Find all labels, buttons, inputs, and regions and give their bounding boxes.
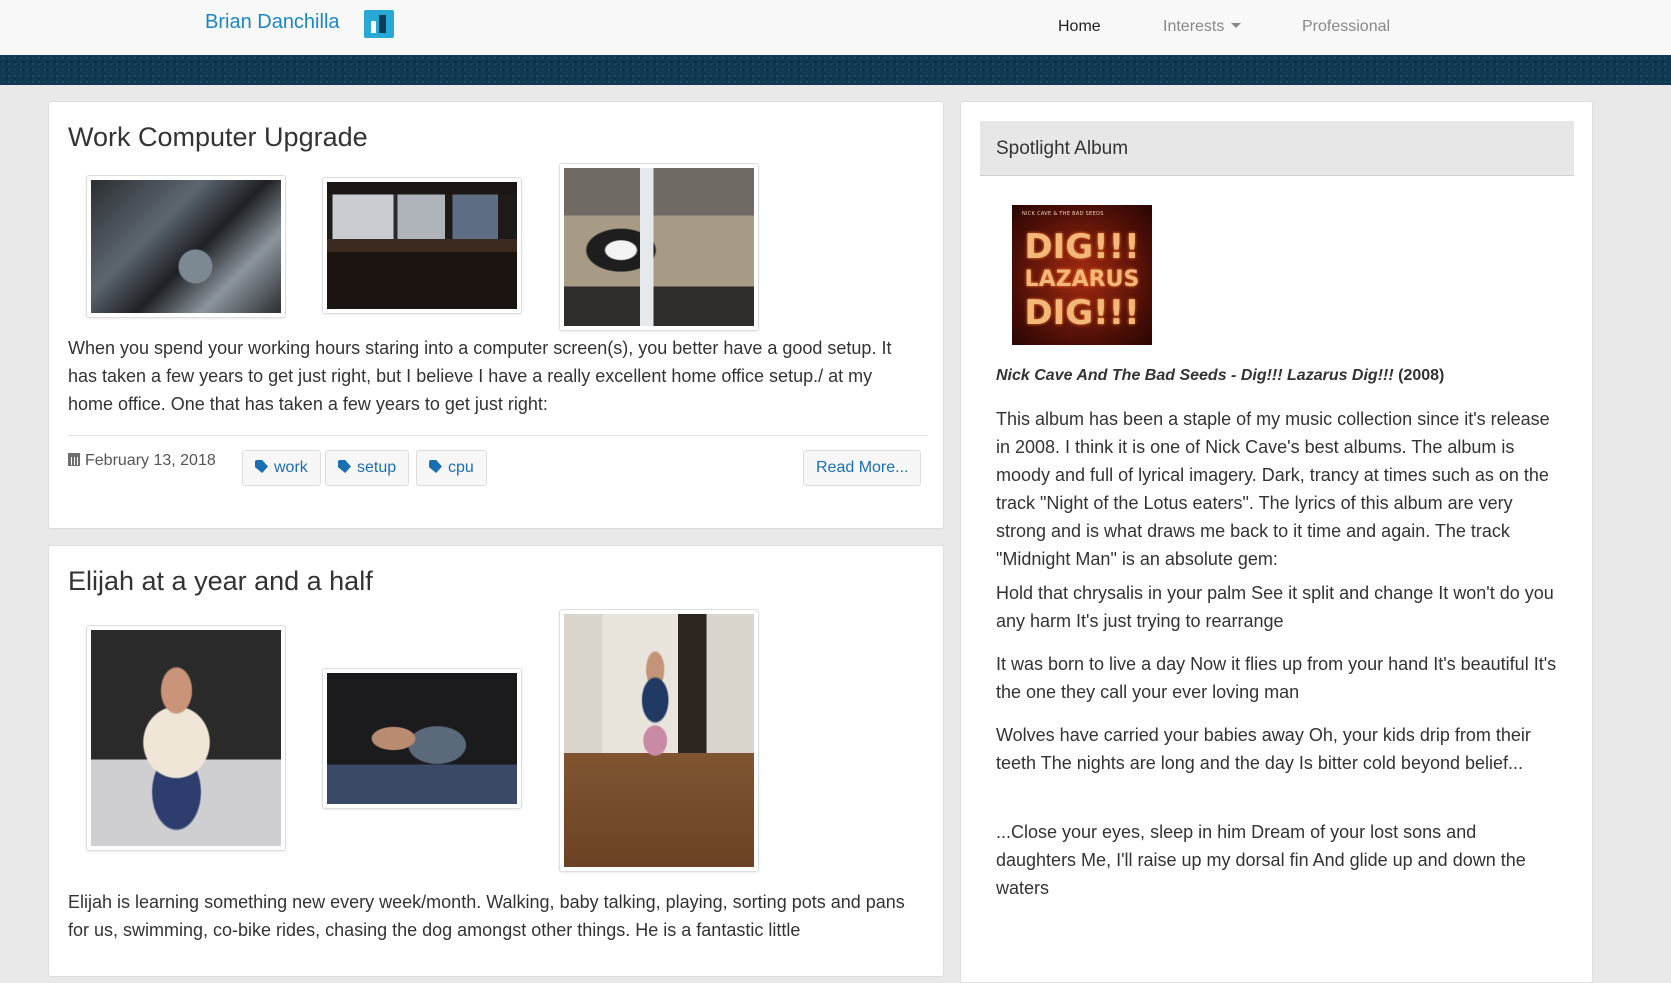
lyrics-paragraph: ...Close your eyes, sleep in him Dream o…	[996, 822, 1526, 898]
computer-internals-photo	[91, 180, 281, 313]
post-image-thumbnail[interactable]	[322, 668, 522, 809]
post-image-thumbnail[interactable]	[559, 609, 759, 872]
tag-cpu[interactable]: cpu	[416, 450, 487, 486]
album-cover-line2: LAZARUS	[1024, 267, 1140, 292]
lyrics-paragraph: It was born to live a day Now it flies u…	[996, 654, 1557, 702]
album-year: (2008)	[1393, 367, 1445, 384]
dog-under-desk-photo	[564, 168, 754, 326]
tag-icon	[429, 460, 442, 473]
nav-home[interactable]: Home	[1058, 18, 1101, 36]
read-more-button[interactable]: Read More...	[803, 450, 922, 486]
nav-interests-label: Interests	[1163, 18, 1225, 35]
top-navbar: Brian Danchilla Home Interests Professio…	[0, 0, 1671, 56]
chevron-down-icon	[1231, 23, 1242, 28]
tag-setup[interactable]: setup	[325, 450, 410, 486]
tag-label: work	[274, 459, 308, 476]
post-title[interactable]: Elijah at a year and a half	[68, 566, 373, 597]
post-date-text: February 13, 2018	[85, 452, 216, 469]
post-image-thumbnail[interactable]	[559, 163, 759, 331]
album-cover-image[interactable]: NICK CAVE & THE BAD SEEDS DIG!!! LAZARUS…	[1012, 205, 1152, 345]
toddler-walking-photo	[564, 614, 754, 867]
post-image-thumbnail[interactable]	[322, 177, 522, 314]
album-caption: Nick Cave And The Bad Seeds - Dig!!! Laz…	[996, 367, 1444, 385]
lyrics-paragraph: Wolves have carried your babies away Oh,…	[996, 725, 1531, 773]
lyrics-paragraph: Hold that chrysalis in your palm See it …	[996, 583, 1554, 631]
post-card: Work Computer Upgrade When you spend you…	[48, 101, 944, 529]
nav-interests-dropdown[interactable]: Interests	[1163, 18, 1242, 36]
album-cover-line3: DIG!!!	[1024, 293, 1140, 333]
toddler-sitting-photo	[91, 630, 281, 846]
spotlight-album-panel: Spotlight Album NICK CAVE & THE BAD SEED…	[960, 101, 1593, 983]
tag-label: setup	[357, 459, 397, 476]
header-banner	[0, 55, 1671, 85]
brand-link[interactable]: Brian Danchilla	[205, 11, 340, 34]
post-excerpt: When you spend your working hours starin…	[68, 338, 892, 414]
album-cover-line1: DIG!!!	[1024, 227, 1140, 267]
post-excerpt: Elijah is learning something new every w…	[68, 892, 905, 940]
toddler-sleeping-photo	[327, 673, 517, 804]
album-title: Nick Cave And The Bad Seeds - Dig!!! Laz…	[996, 367, 1394, 384]
nav-professional[interactable]: Professional	[1302, 18, 1390, 36]
album-description: This album has been a staple of my music…	[996, 409, 1550, 569]
post-card: Elijah at a year and a half Elijah is le…	[48, 545, 944, 977]
tag-label: cpu	[448, 459, 474, 476]
post-date: February 13, 2018	[68, 452, 216, 470]
tag-icon	[255, 460, 268, 473]
tag-icon	[338, 460, 351, 473]
post-image-thumbnail[interactable]	[86, 175, 286, 318]
post-divider	[68, 435, 928, 436]
album-cover-artist: NICK CAVE & THE BAD SEEDS	[1022, 211, 1104, 217]
post-image-thumbnail[interactable]	[86, 625, 286, 851]
tag-work[interactable]: work	[242, 450, 321, 486]
calendar-icon	[68, 453, 80, 466]
post-title[interactable]: Work Computer Upgrade	[68, 122, 368, 153]
brand-logo-icon[interactable]	[364, 10, 394, 38]
spotlight-heading: Spotlight Album	[980, 121, 1574, 176]
desk-monitors-photo	[327, 182, 517, 309]
